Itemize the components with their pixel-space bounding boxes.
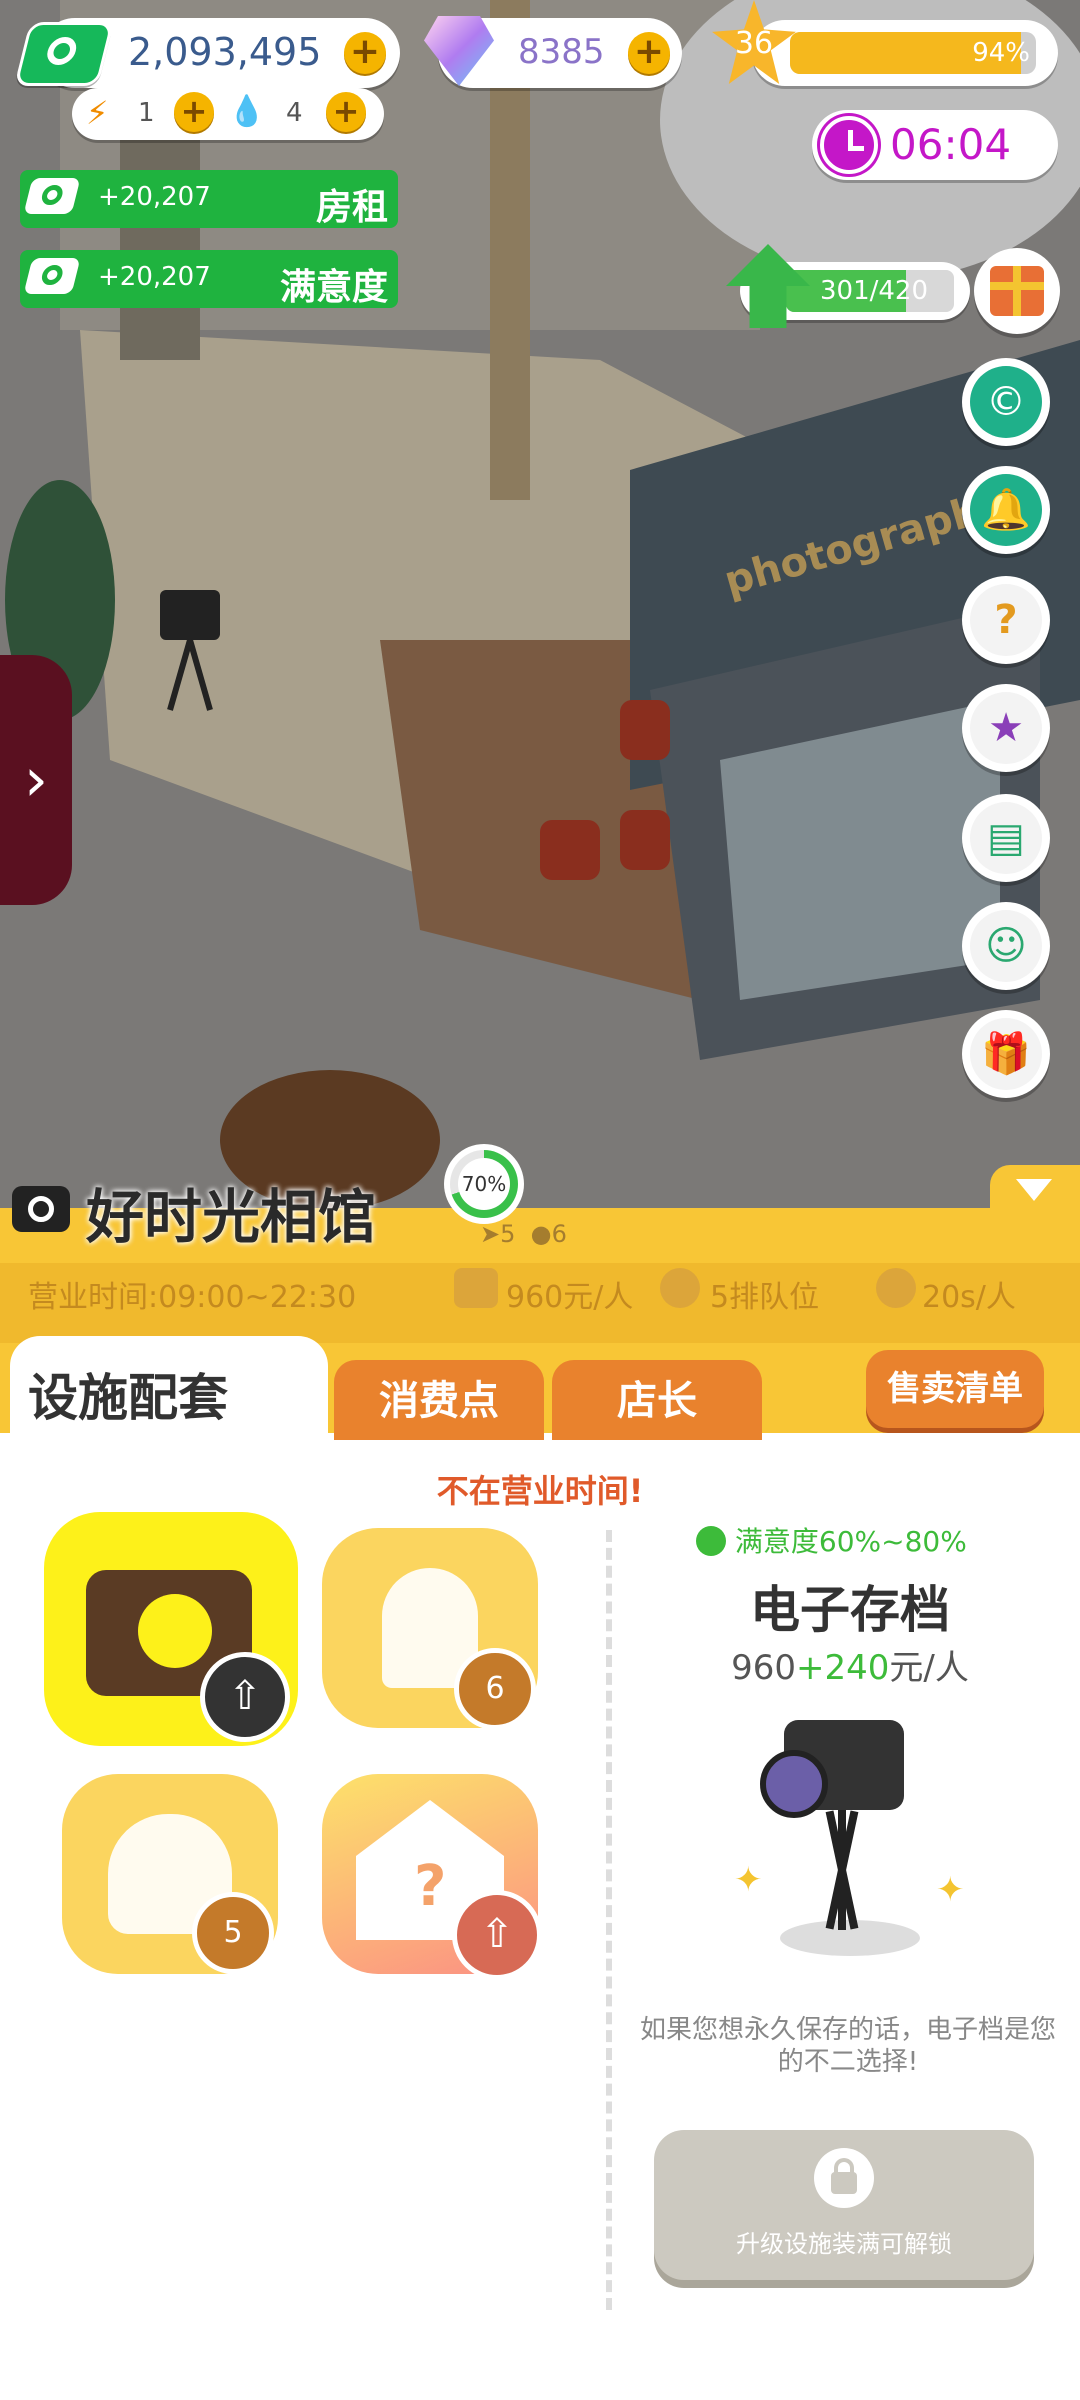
star-book-button[interactable]: ★: [962, 684, 1050, 772]
coupon-icon: ©: [970, 366, 1042, 438]
tab-consumption[interactable]: 消费点: [334, 1360, 544, 1442]
rent-income-value: +20,207: [98, 182, 211, 212]
water-value: 4: [286, 98, 303, 128]
speed-icon: ➤: [480, 1220, 501, 1248]
money-icon: [23, 178, 81, 214]
chevron-down-icon: [1016, 1179, 1052, 1201]
gift-box-icon: [990, 266, 1044, 316]
upgrade-value: 301/420: [820, 276, 929, 306]
detail-price: 960+240元/人: [640, 1640, 1060, 1689]
shop-name: 好时光相馆: [86, 1183, 377, 1251]
detail-description: 如果您想永久保存的话，电子档是您的不二选择!: [639, 2015, 1056, 2077]
tab-consumption-label: 消费点: [379, 1378, 499, 1424]
shop-progress-ring: 70%: [444, 1144, 524, 1224]
small-stats: ➤5 ●6: [480, 1220, 567, 1248]
speed-stat: 5: [500, 1220, 516, 1248]
star-book-icon: ★: [970, 692, 1042, 764]
ghost-chat-icon: ☺: [970, 910, 1042, 982]
drop-icon: ●: [530, 1220, 552, 1248]
money-icon: [14, 22, 114, 86]
rent-income-label: 房租: [315, 187, 388, 228]
facility-customer[interactable]: 5: [62, 1774, 278, 1974]
tab-manager[interactable]: 店长: [552, 1360, 762, 1442]
ghost-chat-button[interactable]: ☺: [962, 902, 1050, 990]
gift-button[interactable]: 🎁: [962, 1010, 1050, 1098]
lock-icon: [814, 2148, 874, 2208]
facility-staff[interactable]: 6: [322, 1528, 538, 1730]
event-timer[interactable]: 06:04: [812, 110, 1058, 180]
clock-icon: [820, 116, 878, 174]
gem-value: 8385: [518, 32, 605, 72]
bell-icon: 🔔: [970, 474, 1042, 546]
panel-divider: [606, 1530, 612, 2310]
lightning-icon: ⚡: [86, 94, 109, 132]
camera-tripod-illustration: ✦ ✦: [734, 1710, 965, 1970]
energy-value: 1: [138, 98, 155, 128]
satisfaction-income-label: 满意度: [279, 267, 388, 308]
facilities-panel: 不在营业时间! ⇧ 6 5 ? ⇧ 满意度60%~80% 电子存档 960+24…: [0, 1440, 1080, 2400]
chevron-right-icon: ›: [24, 745, 48, 815]
collapse-panel-button[interactable]: [990, 1165, 1080, 1215]
service-duration: 20s/人: [922, 1280, 1016, 1315]
unlock-label: 升级设施装满可解锁: [736, 2230, 952, 2258]
drop-stat: 6: [551, 1220, 567, 1248]
satisfaction-income-bar[interactable]: +20,207 满意度: [20, 250, 398, 308]
facility-camera[interactable]: ⇧: [44, 1512, 298, 1746]
clock-small-icon: [876, 1268, 916, 1308]
price-per-person: 960元/人: [506, 1280, 634, 1315]
shop-stats-row: 营业时间:09:00~22:30 960元/人 5排队位 20s/人: [0, 1268, 1080, 1328]
smile-face-icon: [696, 1526, 726, 1556]
facility-badge-value: 6: [485, 1671, 505, 1706]
not-open-notice: 不在营业时间!: [436, 1472, 644, 1510]
gem-counter[interactable]: 8385 +: [424, 16, 682, 88]
sell-list-button[interactable]: 售卖清单: [866, 1350, 1044, 1428]
tab-facilities[interactable]: 设施配套: [10, 1336, 328, 1446]
notebook-icon: ▤: [970, 802, 1042, 874]
exp-percent: 94%: [972, 38, 1030, 68]
mystery-box-icon: ?: [970, 584, 1042, 656]
notebook-button[interactable]: ▤: [962, 794, 1050, 882]
tab-facilities-label: 设施配套: [28, 1369, 228, 1427]
left-drawer-handle[interactable]: ›: [0, 655, 72, 905]
facility-mystery-house[interactable]: ? ⇧: [322, 1774, 542, 1980]
resource-counter: ⚡ 1 + 💧 4 +: [72, 88, 384, 140]
satisfaction-income-value: +20,207: [98, 262, 211, 292]
facility-badge: 6: [454, 1648, 536, 1730]
price-unit: 元/人: [889, 1648, 969, 1688]
add-gem-button[interactable]: +: [628, 32, 670, 74]
level-exp-bar[interactable]: 94%: [752, 20, 1058, 86]
person-icon: [660, 1268, 700, 1308]
coupon-button[interactable]: ©: [962, 358, 1050, 446]
add-energy-button[interactable]: +: [174, 92, 214, 132]
detail-title: 电子存档: [750, 1581, 950, 1639]
gift-icon: 🎁: [970, 1018, 1042, 1090]
tab-manager-label: 店长: [617, 1378, 697, 1424]
gift-box-button[interactable]: [974, 248, 1060, 334]
upgrade-badge-icon: ⇧: [452, 1890, 542, 1980]
add-water-button[interactable]: +: [326, 92, 366, 132]
money-icon: [23, 258, 81, 294]
sell-list-label: 售卖清单: [887, 1369, 1023, 1409]
camera-icon: [12, 1186, 70, 1232]
water-drop-icon: 💧: [228, 94, 266, 129]
satisfaction-range: 满意度60%~80%: [696, 1520, 967, 1560]
shop-progress-value: 70%: [461, 1172, 507, 1196]
mystery-box-button[interactable]: ?: [962, 576, 1050, 664]
unlock-button[interactable]: 升级设施装满可解锁: [654, 2130, 1034, 2280]
facility-badge-value: 5: [223, 1915, 243, 1950]
price-bonus: +240: [796, 1648, 890, 1688]
satisfaction-text: 满意度60%~80%: [734, 1525, 967, 1558]
money-counter[interactable]: 2,093,495 +: [14, 18, 400, 88]
price-base: 960: [731, 1648, 797, 1688]
bell-button[interactable]: 🔔: [962, 466, 1050, 554]
add-money-button[interactable]: +: [344, 32, 386, 74]
timer-value: 06:04: [890, 120, 1012, 169]
money-value: 2,093,495: [128, 30, 322, 74]
facility-badge: 5: [192, 1892, 274, 1974]
queue-slots: 5排队位: [710, 1280, 820, 1315]
rent-income-bar[interactable]: +20,207 房租: [20, 170, 398, 228]
upgrade-badge-icon: ⇧: [200, 1652, 290, 1742]
business-hours: 营业时间:09:00~22:30: [28, 1280, 357, 1315]
coin-stack-icon: [454, 1268, 498, 1308]
